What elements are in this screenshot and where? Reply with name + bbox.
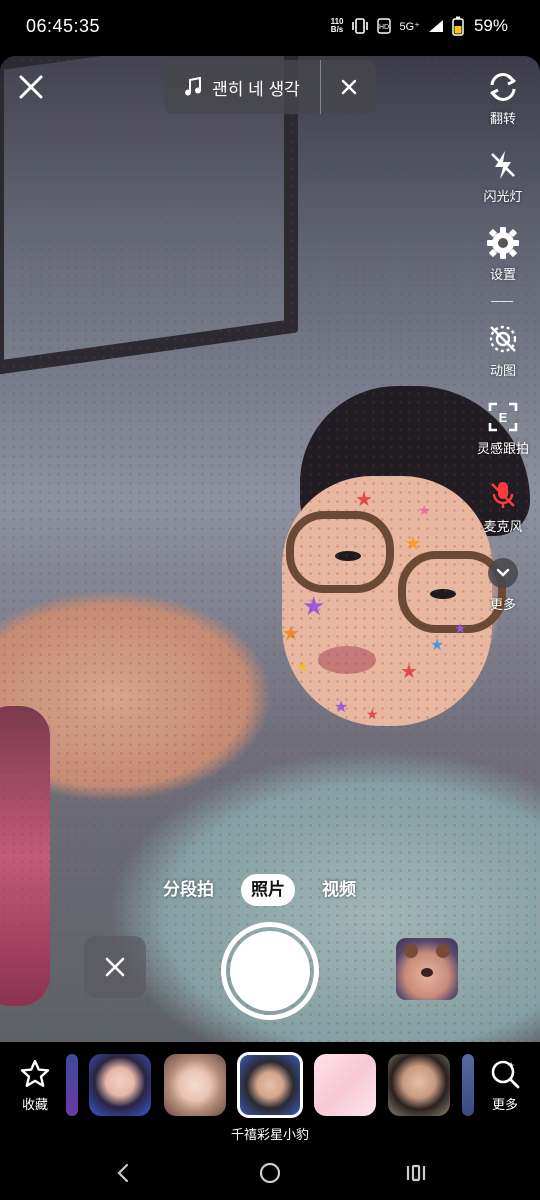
effect-thumb-4[interactable] bbox=[314, 1054, 376, 1116]
shutter-inner bbox=[230, 931, 310, 1011]
settings-button[interactable]: 设置 bbox=[466, 226, 540, 283]
svg-text:E: E bbox=[499, 410, 508, 425]
battery-level: 59% bbox=[473, 16, 508, 35]
flash-button[interactable]: 闪光灯 bbox=[466, 148, 540, 205]
inspiration-frame-icon: E bbox=[488, 402, 518, 432]
inspiration-label: 灵感跟拍 bbox=[476, 441, 529, 456]
star-sticker: ★ bbox=[404, 533, 422, 555]
mode-segment[interactable]: 分段拍 bbox=[163, 874, 214, 906]
network-type: 5G⁺ bbox=[399, 20, 420, 33]
flip-label: 翻转 bbox=[489, 111, 516, 126]
back-icon bbox=[117, 1163, 129, 1183]
close-icon bbox=[19, 75, 43, 99]
star-sticker: ★ bbox=[400, 661, 418, 683]
search-icon bbox=[491, 1060, 520, 1089]
animation-label: 动图 bbox=[489, 363, 516, 378]
flash-label: 闪光灯 bbox=[483, 189, 523, 204]
selected-effect-name: 千禧彩星小豹 bbox=[230, 1127, 309, 1142]
status-bar: 06:45:35 110 B/s HD 5G⁺ 59% bbox=[0, 0, 540, 56]
nav-recents-button[interactable] bbox=[396, 1158, 436, 1188]
gallery-thumbnail[interactable] bbox=[396, 938, 458, 1000]
music-selector: 괜히 네 생각 bbox=[164, 60, 376, 114]
effect-thumb-6-partial[interactable] bbox=[462, 1054, 474, 1116]
vibrate-icon bbox=[352, 18, 369, 34]
star-sticker: ★ bbox=[334, 699, 349, 716]
status-icons: 110 B/s HD 5G⁺ 59% bbox=[331, 16, 508, 36]
settings-label: 设置 bbox=[489, 267, 516, 282]
remove-music-button[interactable] bbox=[321, 60, 376, 114]
status-time: 06:45:35 bbox=[26, 16, 101, 36]
music-title: 괜히 네 생각 bbox=[212, 79, 300, 99]
net-speed: 110 B/s bbox=[331, 18, 344, 34]
star-sticker: ★ bbox=[296, 658, 309, 674]
microphone-label: 麦克风 bbox=[483, 519, 523, 534]
star-sticker: ★ bbox=[302, 591, 326, 621]
star-sticker: ★ bbox=[366, 706, 379, 722]
thumb-ear bbox=[436, 944, 450, 958]
animation-button[interactable]: 动图 bbox=[466, 322, 540, 379]
star-sticker: ★ bbox=[454, 620, 467, 636]
music-select-button[interactable]: 괜히 네 생각 bbox=[164, 75, 320, 100]
effects-more-button[interactable]: 更多 bbox=[482, 1058, 528, 1113]
recents-icon bbox=[406, 1164, 426, 1182]
microphone-muted-icon bbox=[491, 482, 515, 508]
toolbar-more-button[interactable]: 更多 bbox=[466, 556, 540, 613]
glasses-lens-left bbox=[286, 511, 394, 593]
microphone-button[interactable]: 麦克风 bbox=[466, 478, 540, 535]
inspiration-button[interactable]: E 灵感跟拍 bbox=[466, 400, 540, 457]
flip-camera-icon bbox=[490, 73, 516, 101]
favorites-label: 收藏 bbox=[21, 1097, 48, 1112]
signal-icon bbox=[428, 20, 443, 32]
mouth bbox=[318, 646, 376, 674]
effect-thumb-1[interactable] bbox=[89, 1054, 151, 1116]
toolbar-more-label: 更多 bbox=[489, 597, 516, 612]
glasses-effect bbox=[286, 511, 506, 633]
close-icon bbox=[341, 79, 356, 95]
mode-video[interactable]: 视频 bbox=[322, 874, 356, 906]
music-note-icon bbox=[185, 77, 202, 96]
star-sticker: ★ bbox=[355, 489, 373, 511]
star-sticker: ★ bbox=[418, 502, 431, 518]
flash-off-icon bbox=[491, 151, 515, 179]
star-sticker: ★ bbox=[282, 623, 300, 645]
thumb-nose bbox=[421, 968, 433, 977]
animation-icon bbox=[489, 325, 517, 353]
star-sticker: ★ bbox=[430, 637, 445, 654]
more-circle bbox=[488, 558, 518, 588]
mode-photo[interactable]: 照片 bbox=[241, 874, 295, 906]
thumb-ear bbox=[404, 944, 418, 958]
shutter-button[interactable] bbox=[221, 922, 319, 1020]
blanket bbox=[0, 706, 50, 1006]
effect-thumb-partial[interactable] bbox=[66, 1054, 78, 1116]
close-icon bbox=[105, 957, 125, 977]
toolbar-divider bbox=[491, 301, 513, 302]
effects-more-label: 更多 bbox=[491, 1097, 518, 1112]
close-camera-button[interactable] bbox=[14, 70, 48, 104]
effect-thumb-3-selected[interactable] bbox=[237, 1052, 303, 1118]
effect-thumb-2[interactable] bbox=[164, 1054, 226, 1116]
effect-thumb-5[interactable] bbox=[388, 1054, 450, 1116]
system-nav-bar bbox=[0, 1146, 540, 1200]
capture-mode-selector: 分段拍 照片 视频 bbox=[0, 874, 540, 906]
camera-screen: 06:45:35 110 B/s HD 5G⁺ 59% ★ ★ ★ ★ ★ ★ … bbox=[0, 0, 540, 1200]
nav-back-button[interactable] bbox=[103, 1158, 143, 1188]
favorites-button[interactable]: 收藏 bbox=[12, 1058, 58, 1113]
home-circle-icon bbox=[259, 1162, 281, 1184]
gear-icon bbox=[487, 227, 519, 259]
svg-text:HD: HD bbox=[379, 24, 389, 31]
nav-home-button[interactable] bbox=[250, 1158, 290, 1188]
net-speed-unit: B/s bbox=[330, 25, 344, 34]
hd-icon: HD bbox=[377, 18, 392, 34]
battery-icon bbox=[452, 16, 464, 36]
flip-camera-button[interactable]: 翻转 bbox=[466, 70, 540, 127]
star-outline-icon bbox=[20, 1059, 50, 1087]
remove-effect-button[interactable] bbox=[84, 936, 146, 998]
chevron-down-icon bbox=[496, 568, 510, 577]
effects-bar: 收藏 更多 千禧彩星小豹 bbox=[0, 1042, 540, 1146]
